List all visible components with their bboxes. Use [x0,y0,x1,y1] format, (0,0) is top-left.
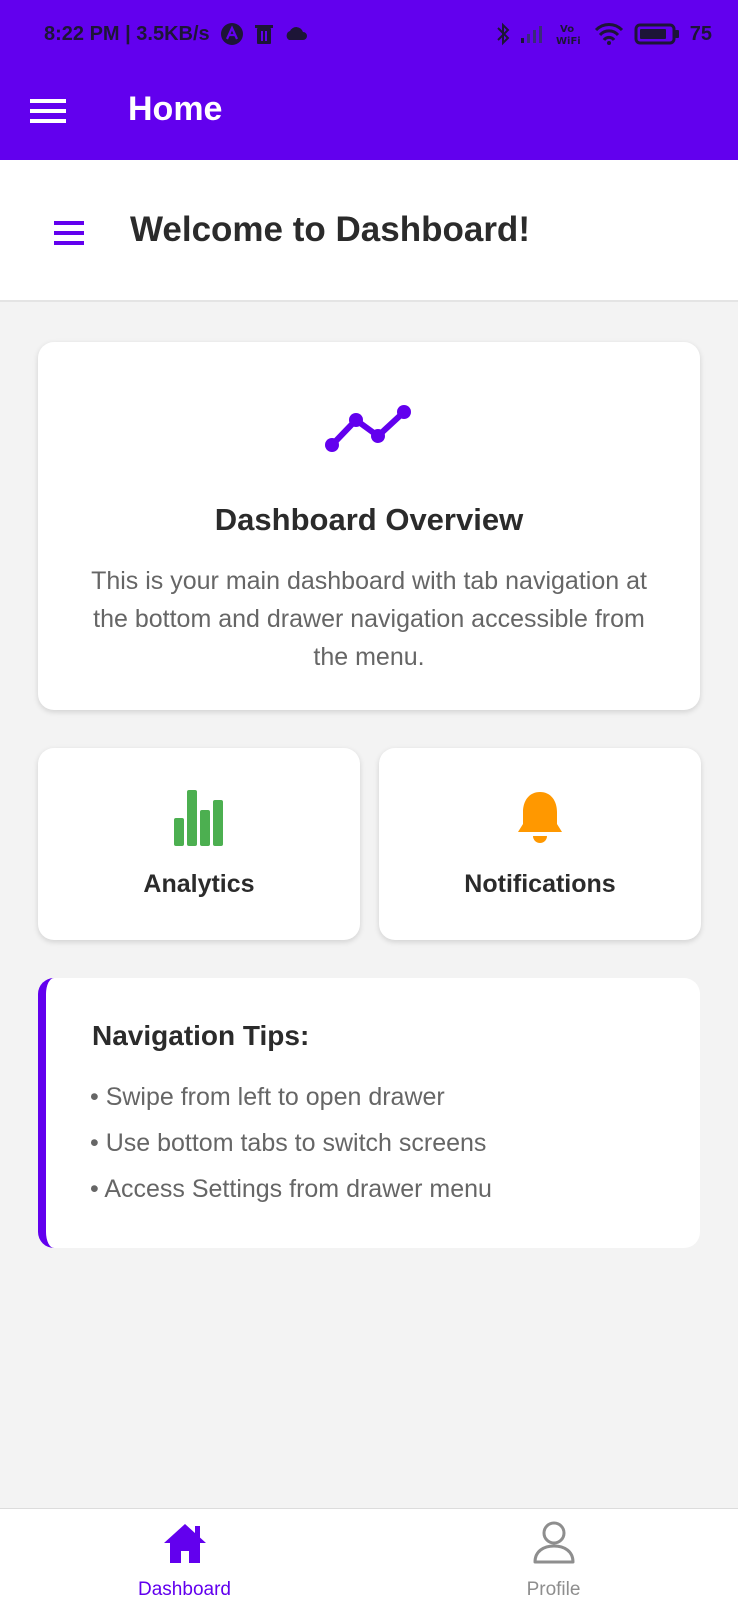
hamburger-menu-icon[interactable] [30,96,66,126]
status-bar: 8:22 PM | 3.5KB/s Vo WiFi 75 [0,0,738,68]
trending-line-icon [322,400,414,456]
signal-icon [520,24,546,44]
tips-title: Navigation Tips: [92,1020,310,1051]
cloud-icon [284,26,308,42]
tips-list: • Swipe from left to open drawer • Use b… [90,1074,492,1212]
wifi-icon [594,22,624,46]
app-bar-title: Home [128,90,223,128]
analytics-label: Analytics [143,870,255,898]
overview-description: This is your main dashboard with tab nav… [91,567,647,671]
svg-text:WiFi: WiFi [556,36,581,46]
battery-icon [634,23,680,45]
tab-profile[interactable]: Profile [369,1509,738,1600]
notifications-card[interactable]: Notifications [379,748,701,940]
page-title: Welcome to Dashboard! [130,210,530,249]
trash-icon [254,23,274,45]
person-icon [532,1521,576,1570]
analytics-card[interactable]: Analytics [38,748,360,940]
bottom-tab-bar: Dashboard Profile [0,1508,738,1600]
page-header: Welcome to Dashboard! [0,160,738,302]
app-notification-icon [220,22,244,46]
overview-title: Dashboard Overview [214,502,524,537]
status-time: 8:22 PM | 3.5KB/s [44,22,210,45]
bell-icon [515,788,565,849]
tip-item: • Access Settings from drawer menu [90,1175,492,1203]
notifications-label: Notifications [464,870,616,898]
tab-dashboard[interactable]: Dashboard [0,1509,369,1600]
bluetooth-icon [496,22,510,46]
tip-item: • Swipe from left to open drawer [90,1083,445,1111]
tip-item: • Use bottom tabs to switch screens [90,1129,487,1157]
tab-dashboard-label: Dashboard [138,1579,231,1600]
vowifi-icon: Vo WiFi [556,22,584,46]
bar-chart-icon [173,788,225,851]
tab-profile-label: Profile [526,1579,581,1600]
drawer-menu-icon[interactable] [54,220,86,246]
navigation-tips-card: Navigation Tips: • Swipe from left to op… [38,978,700,1248]
home-icon [162,1521,208,1570]
battery-percent: 75 [689,22,712,45]
svg-text:Vo: Vo [560,24,574,35]
app-bar: Home [0,68,738,160]
